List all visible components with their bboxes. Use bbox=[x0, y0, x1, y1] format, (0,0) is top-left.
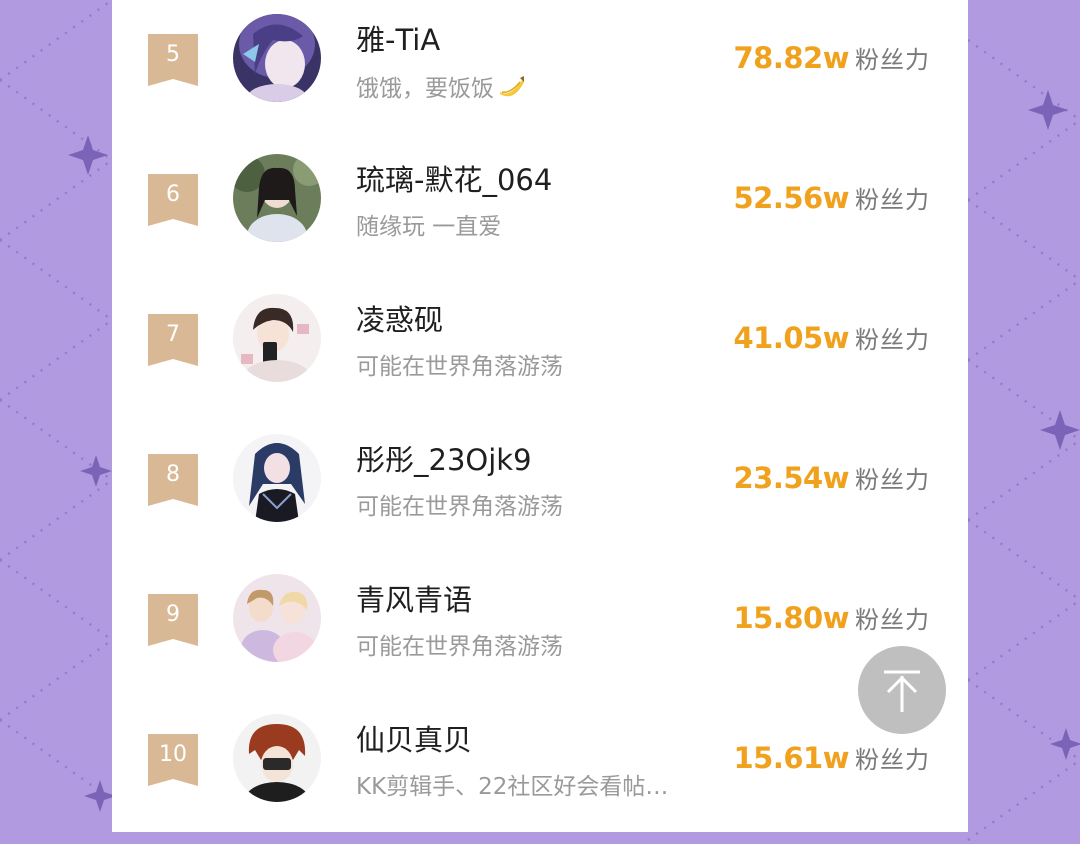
list-item[interactable]: 9 青风青语 可能在世界角落游荡 15.80w 粉丝力 bbox=[112, 560, 968, 700]
fans-label: 粉丝力 bbox=[855, 606, 930, 634]
rank-badge: 8 bbox=[148, 454, 198, 506]
fans-score: 52.56w 粉丝力 bbox=[733, 180, 930, 215]
avatar[interactable] bbox=[233, 434, 321, 522]
user-signature: KK剪辑手、22社区好会看帖… bbox=[356, 774, 669, 800]
rank-number: 9 bbox=[166, 602, 180, 627]
list-item[interactable]: 8 彤彤_23Ojk9 可能在世界角落游荡 23.54w 粉丝力 bbox=[112, 420, 968, 560]
fans-label: 粉丝力 bbox=[855, 746, 930, 774]
rank-badge: 9 bbox=[148, 594, 198, 646]
user-signature: 可能在世界角落游荡 bbox=[356, 354, 563, 380]
fans-score: 15.61w 粉丝力 bbox=[733, 740, 930, 775]
user-signature: 饿饿，要饭饭 bbox=[356, 72, 526, 104]
rank-badge: 6 bbox=[148, 174, 198, 226]
fans-value: 15.61w bbox=[733, 741, 849, 775]
user-name[interactable]: 青风青语 bbox=[356, 582, 472, 618]
user-name[interactable]: 琉璃-默花_064 bbox=[356, 162, 552, 198]
avatar[interactable] bbox=[233, 714, 321, 802]
fans-value: 41.05w bbox=[733, 321, 849, 355]
fans-score: 41.05w 粉丝力 bbox=[733, 320, 930, 355]
user-name[interactable]: 仙贝真贝 bbox=[356, 722, 472, 758]
fans-value: 52.56w bbox=[733, 181, 849, 215]
user-signature: 随缘玩 一直爱 bbox=[356, 214, 502, 240]
user-name[interactable]: 彤彤_23Ojk9 bbox=[356, 442, 532, 478]
user-signature: 可能在世界角落游荡 bbox=[356, 494, 563, 520]
scroll-to-top-button[interactable] bbox=[858, 646, 946, 734]
fans-label: 粉丝力 bbox=[855, 186, 930, 214]
avatar[interactable] bbox=[233, 294, 321, 382]
arrow-up-icon bbox=[884, 670, 920, 712]
fans-score: 23.54w 粉丝力 bbox=[733, 460, 930, 495]
list-item[interactable]: 10 仙贝真贝 KK剪辑手、22社区好会看帖… 15.61w 粉丝力 bbox=[112, 700, 968, 840]
rank-badge: 10 bbox=[148, 734, 198, 786]
fans-label: 粉丝力 bbox=[855, 46, 930, 74]
avatar[interactable] bbox=[233, 574, 321, 662]
user-name[interactable]: 雅-TiA bbox=[356, 22, 440, 58]
fans-score: 15.80w 粉丝力 bbox=[733, 600, 930, 635]
list-item[interactable]: 6 琉璃-默花_064 随缘玩 一直爱 52.56w 粉丝力 bbox=[112, 140, 968, 280]
list-item[interactable]: 7 凌惑砚 可能在世界角落游荡 41.05w 粉丝力 bbox=[112, 280, 968, 420]
banana-icon bbox=[500, 76, 524, 97]
fans-value: 23.54w bbox=[733, 461, 849, 495]
list-item[interactable]: 5 雅-TiA 饿饿，要饭饭 78.82w 粉丝力 bbox=[112, 0, 968, 140]
user-signature: 可能在世界角落游荡 bbox=[356, 634, 563, 660]
fans-value: 15.80w bbox=[733, 601, 849, 635]
rank-number: 8 bbox=[166, 462, 180, 487]
fans-value: 78.82w bbox=[733, 41, 849, 75]
fans-score: 78.82w 粉丝力 bbox=[733, 40, 930, 75]
rank-badge: 5 bbox=[148, 34, 198, 86]
rank-number: 5 bbox=[166, 42, 180, 67]
fans-label: 粉丝力 bbox=[855, 326, 930, 354]
avatar[interactable] bbox=[233, 14, 321, 102]
rank-number: 7 bbox=[166, 322, 180, 347]
avatar[interactable] bbox=[233, 154, 321, 242]
leaderboard-panel: 5 雅-TiA 饿饿，要饭饭 78.82w 粉丝力 6 琉璃-默花_064 随缘… bbox=[112, 0, 968, 832]
fans-label: 粉丝力 bbox=[855, 466, 930, 494]
rank-badge: 7 bbox=[148, 314, 198, 366]
rank-number: 6 bbox=[166, 182, 180, 207]
rank-number: 10 bbox=[159, 742, 187, 767]
user-name[interactable]: 凌惑砚 bbox=[356, 302, 443, 338]
